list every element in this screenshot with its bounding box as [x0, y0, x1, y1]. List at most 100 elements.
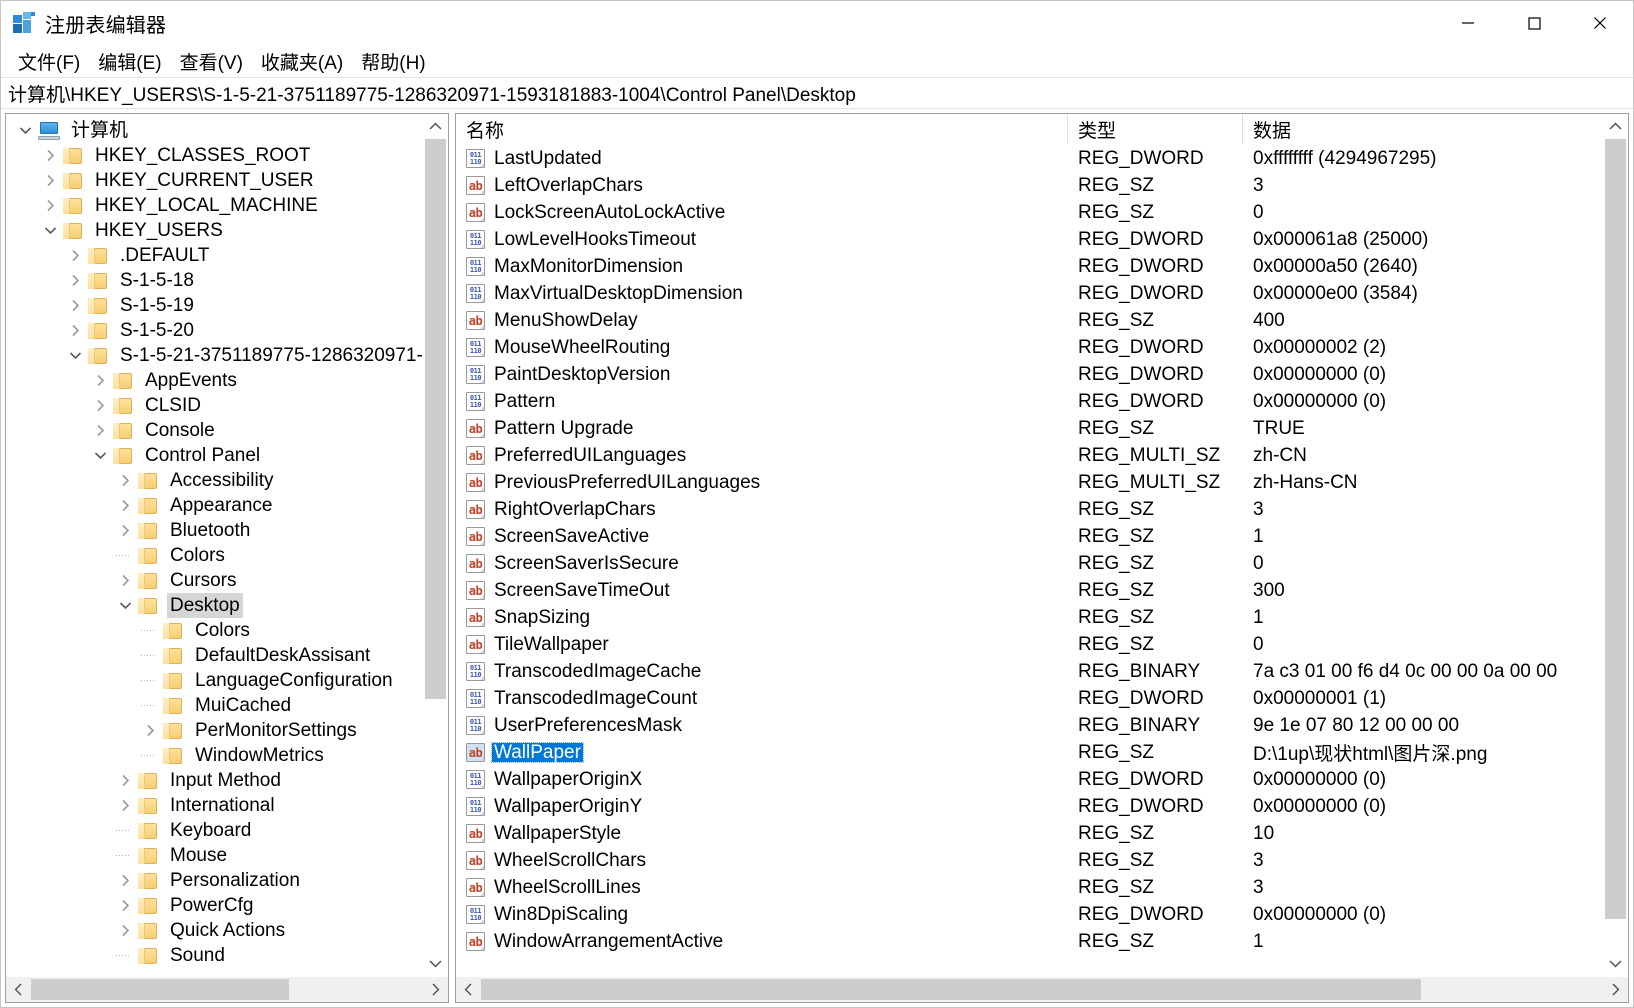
tree-item[interactable]: 计算机 — [6, 118, 422, 143]
tree-scroll-left-button[interactable] — [6, 977, 31, 1002]
chevron-down-icon[interactable] — [87, 451, 113, 460]
value-name-cell[interactable]: ab WindowArrangementActive — [456, 928, 1068, 955]
chevron-right-icon[interactable] — [112, 474, 138, 487]
value-row[interactable]: ab ScreenSaverIsSecure REG_SZ 0 — [456, 550, 1602, 577]
chevron-right-icon[interactable] — [112, 924, 138, 937]
tree-item[interactable]: Quick Actions — [6, 918, 422, 943]
value-name-cell[interactable]: 011 110 MaxMonitorDimension — [456, 253, 1068, 280]
chevron-right-icon[interactable] — [112, 774, 138, 787]
tree-scroll-up-button[interactable] — [423, 114, 448, 139]
value-row[interactable]: 011 110 Pattern REG_DWORD 0x00000000 (0) — [456, 388, 1602, 415]
tree-item[interactable]: MuiCached — [6, 693, 422, 718]
menu-item-1[interactable]: 文件(F) — [9, 46, 89, 77]
tree-scroll-thumb[interactable] — [425, 139, 446, 699]
chevron-right-icon[interactable] — [112, 524, 138, 537]
tree-item[interactable]: HKEY_CLASSES_ROOT — [6, 143, 422, 168]
tree-scroll-right-button[interactable] — [423, 977, 448, 1002]
value-row[interactable]: 011 110 Win8DpiScaling REG_DWORD 0x00000000 … — [456, 901, 1602, 928]
value-row[interactable]: ab PreferredUILanguages REG_MULTI_SZ zh-CN — [456, 442, 1602, 469]
chevron-right-icon[interactable] — [112, 899, 138, 912]
tree-item[interactable]: Appearance — [6, 493, 422, 518]
column-header-type[interactable]: 类型 — [1068, 114, 1243, 144]
value-row[interactable]: ab MenuShowDelay REG_SZ 400 — [456, 307, 1602, 334]
maximize-button[interactable] — [1501, 1, 1567, 45]
chevron-right-icon[interactable] — [62, 299, 88, 312]
tree-item[interactable]: Input Method — [6, 768, 422, 793]
tree-vertical-scrollbar[interactable] — [422, 114, 448, 976]
tree-scroll-down-button[interactable] — [423, 951, 448, 976]
tree-item[interactable]: PowerCfg — [6, 893, 422, 918]
value-name-cell[interactable]: 011 110 UserPreferencesMask — [456, 712, 1068, 739]
tree-item[interactable]: Keyboard — [6, 818, 422, 843]
value-row[interactable]: 011 110 LowLevelHooksTimeout REG_DWORD 0x000… — [456, 226, 1602, 253]
column-header-data[interactable]: 数据 — [1243, 114, 1602, 144]
chevron-down-icon[interactable] — [112, 601, 138, 610]
values-scroll-right-button[interactable] — [1603, 977, 1628, 1002]
tree-item[interactable]: S-1-5-18 — [6, 268, 422, 293]
value-name-cell[interactable]: ab ScreenSaverIsSecure — [456, 550, 1068, 577]
chevron-right-icon[interactable] — [37, 174, 63, 187]
value-name-cell[interactable]: ab SnapSizing — [456, 604, 1068, 631]
tree-item[interactable]: CLSID — [6, 393, 422, 418]
values-scroll-left-button[interactable] — [456, 977, 481, 1002]
values-scroll-up-button[interactable] — [1603, 114, 1628, 139]
value-name-cell[interactable]: 011 110 MouseWheelRouting — [456, 334, 1068, 361]
value-name-cell[interactable]: ab TileWallpaper — [456, 631, 1068, 658]
tree-item[interactable]: HKEY_CURRENT_USER — [6, 168, 422, 193]
chevron-down-icon[interactable] — [37, 226, 63, 235]
values-horizontal-scrollbar[interactable] — [456, 976, 1628, 1002]
value-row[interactable]: 011 110 TranscodedImageCache REG_BINARY 7a c… — [456, 658, 1602, 685]
tree-item[interactable]: Colors — [6, 618, 422, 643]
menu-item-3[interactable]: 查看(V) — [171, 46, 252, 77]
value-name-cell[interactable]: 011 110 TranscodedImageCache — [456, 658, 1068, 685]
values-hscroll-thumb[interactable] — [481, 979, 1421, 1000]
value-name-cell[interactable]: ab WheelScrollLines — [456, 874, 1068, 901]
value-row[interactable]: 011 110 UserPreferencesMask REG_BINARY 9e 1e… — [456, 712, 1602, 739]
value-name-cell[interactable]: 011 110 PaintDesktopVersion — [456, 361, 1068, 388]
value-name-cell[interactable]: 011 110 LowLevelHooksTimeout — [456, 226, 1068, 253]
column-header-name[interactable]: 名称 — [456, 114, 1068, 144]
chevron-right-icon[interactable] — [137, 724, 163, 737]
value-row[interactable]: 011 110 PaintDesktopVersion REG_DWORD 0x0000… — [456, 361, 1602, 388]
tree-item[interactable]: Accessibility — [6, 468, 422, 493]
chevron-right-icon[interactable] — [62, 249, 88, 262]
tree-item[interactable]: DefaultDeskAssisant — [6, 643, 422, 668]
close-button[interactable] — [1567, 1, 1633, 45]
minimize-button[interactable] — [1435, 1, 1501, 45]
tree-hscroll-thumb[interactable] — [31, 979, 289, 1000]
chevron-right-icon[interactable] — [112, 799, 138, 812]
value-name-cell[interactable]: ab WheelScrollChars — [456, 847, 1068, 874]
tree-item[interactable]: Sound — [6, 943, 422, 968]
tree-item[interactable]: Control Panel — [6, 443, 422, 468]
tree-item[interactable]: Colors — [6, 543, 422, 568]
chevron-right-icon[interactable] — [112, 874, 138, 887]
value-name-cell[interactable]: ab WallPaper — [456, 739, 1068, 766]
value-row[interactable]: ab LeftOverlapChars REG_SZ 3 — [456, 172, 1602, 199]
value-row[interactable]: ab SnapSizing REG_SZ 1 — [456, 604, 1602, 631]
value-name-cell[interactable]: 011 110 WallpaperOriginY — [456, 793, 1068, 820]
value-row[interactable]: 011 110 WallpaperOriginX REG_DWORD 0x0000000… — [456, 766, 1602, 793]
value-name-cell[interactable]: 011 110 Win8DpiScaling — [456, 901, 1068, 928]
value-name-cell[interactable]: ab RightOverlapChars — [456, 496, 1068, 523]
value-name-cell[interactable]: ab PreviousPreferredUILanguages — [456, 469, 1068, 496]
values-scroll-thumb[interactable] — [1605, 139, 1626, 919]
value-row[interactable]: 011 110 MouseWheelRouting REG_DWORD 0x000000… — [456, 334, 1602, 361]
value-row[interactable]: ab PreviousPreferredUILanguages REG_MULTI_… — [456, 469, 1602, 496]
tree-hscroll-track[interactable] — [31, 977, 423, 1002]
value-row[interactable]: 011 110 WallpaperOriginY REG_DWORD 0x0000000… — [456, 793, 1602, 820]
value-name-cell[interactable]: 011 110 WallpaperOriginX — [456, 766, 1068, 793]
value-name-cell[interactable]: ab LeftOverlapChars — [456, 172, 1068, 199]
chevron-right-icon[interactable] — [87, 399, 113, 412]
values-vertical-scrollbar[interactable] — [1602, 114, 1628, 976]
value-name-cell[interactable]: ab WallpaperStyle — [456, 820, 1068, 847]
tree-item[interactable]: AppEvents — [6, 368, 422, 393]
chevron-right-icon[interactable] — [87, 424, 113, 437]
value-row[interactable]: ab WallPaper REG_SZ D:\1up\现状html\图片深.png — [456, 739, 1602, 766]
tree-item[interactable]: Mouse — [6, 843, 422, 868]
menu-item-4[interactable]: 收藏夹(A) — [252, 46, 352, 77]
tree-horizontal-scrollbar[interactable] — [6, 976, 448, 1002]
value-row[interactable]: ab WheelScrollLines REG_SZ 3 — [456, 874, 1602, 901]
tree-item[interactable]: Console — [6, 418, 422, 443]
chevron-right-icon[interactable] — [37, 149, 63, 162]
tree-item[interactable]: WindowMetrics — [6, 743, 422, 768]
